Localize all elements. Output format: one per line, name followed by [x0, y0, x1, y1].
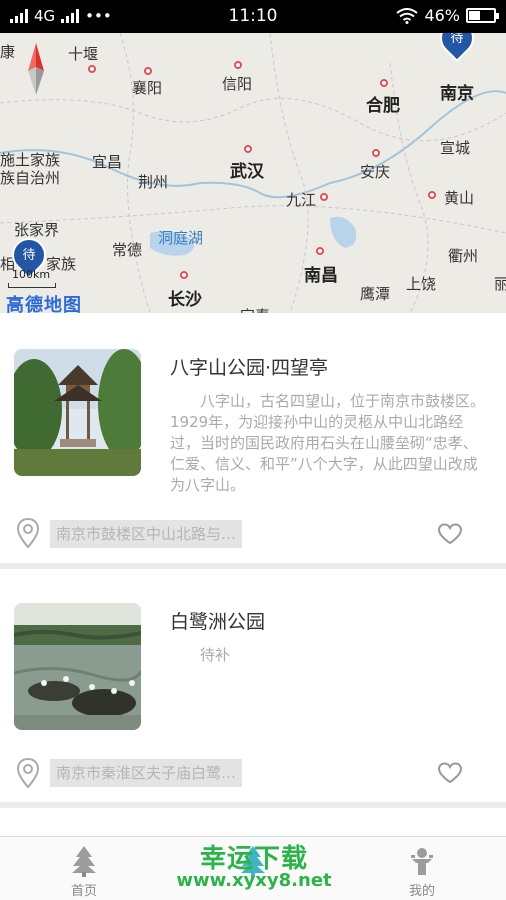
map-label-xiangyang: 襄阳 — [132, 79, 163, 97]
city-dot-icon — [372, 149, 380, 157]
map-marker-pin-icon[interactable]: 待 — [432, 33, 482, 65]
map-scale-label: 100km — [12, 268, 51, 281]
map-label-changde: 常德 — [112, 241, 143, 259]
place-card[interactable]: 八字山公园·四望亭 八字山，古名四望山，位于南京市鼓楼区。1929年，为迎接孙中… — [0, 313, 506, 563]
map-label-yingtan: 鹰潭 — [360, 285, 391, 303]
location-pin-icon — [16, 757, 40, 789]
place-thumbnail[interactable] — [14, 603, 141, 730]
wifi-icon — [396, 7, 419, 24]
map-label-enshi-2: 族自治州 — [0, 169, 61, 187]
profile-icon — [411, 848, 433, 875]
place-title: 八字山公园·四望亭 — [170, 357, 329, 379]
city-dot-icon — [244, 145, 252, 153]
location-pin-icon — [16, 517, 40, 549]
map-label-dongtinghu: 洞庭湖 — [158, 229, 204, 247]
map-logo: 高德地图 — [6, 295, 82, 313]
place-address[interactable]: 南京市鼓楼区中山北路与… — [50, 520, 243, 548]
map-label-kang: 康 — [0, 43, 16, 61]
place-thumbnail[interactable] — [14, 349, 141, 476]
city-dot-icon — [380, 79, 388, 87]
map-label-quzhou: 衢州 — [448, 247, 479, 265]
map-label-xinyang: 信阳 — [222, 75, 253, 93]
city-dot-icon — [316, 247, 324, 255]
city-dot-icon — [88, 65, 96, 73]
map-label-shangrao: 上饶 — [406, 275, 437, 293]
city-dot-icon — [180, 271, 188, 279]
map-label-xiangxi-2: 家族 — [46, 255, 77, 273]
map-label-wuhan: 武汉 — [230, 162, 264, 182]
city-dot-icon — [144, 67, 152, 75]
map-scale-bar — [8, 283, 56, 288]
battery-percent: 46% — [424, 6, 460, 25]
place-address[interactable]: 南京市秦淮区夫子庙白鹭… — [50, 759, 243, 787]
map-label-zhangjiajie: 张家界 — [14, 221, 60, 239]
city-dot-icon — [320, 193, 328, 201]
map-label-huangshan: 黄山 — [444, 189, 475, 207]
map-label-xuancheng: 宣城 — [440, 139, 471, 157]
nav-mine[interactable]: 我的 — [338, 837, 506, 900]
city-dot-icon — [428, 191, 436, 199]
status-bar: 4G ••• 11:10 46% — [0, 0, 506, 33]
map-view[interactable]: 康 十堰 襄阳 信阳 合肥 南京 施土家族 族自治州 宜昌 荆州 武汉 安庆 宣… — [0, 33, 506, 313]
city-dot-icon — [234, 61, 242, 69]
map-label-nanjing: 南京 — [440, 84, 474, 104]
favorite-heart-icon[interactable] — [437, 762, 463, 784]
tree-icon — [72, 846, 96, 877]
map-label-nanchang: 南昌 — [304, 266, 338, 286]
map-label-changsha: 长沙 — [168, 290, 202, 310]
map-label-jiujiang: 九江 — [286, 191, 317, 209]
place-description: 待补 — [200, 646, 231, 664]
favorite-heart-icon[interactable] — [437, 523, 463, 545]
compass-icon[interactable] — [26, 43, 46, 95]
map-label-anqing: 安庆 — [360, 163, 391, 181]
watermark-url: www.xyxy8.net — [176, 870, 332, 891]
map-label-yichang: 宜昌 — [92, 153, 123, 171]
nav-home-label: 首页 — [70, 884, 97, 899]
map-label-yichun: 宜春 — [240, 305, 270, 313]
place-description: 八字山，古名四望山，位于南京市鼓楼区。1929年，为迎接孙中山的灵柩从中山北路经… — [170, 392, 486, 494]
map-label-shiyan: 十堰 — [68, 45, 99, 63]
map-label-hefei: 合肥 — [366, 96, 400, 116]
card-separator — [0, 802, 506, 808]
map-label-li: 丽 — [494, 275, 506, 293]
nav-mine-label: 我的 — [408, 884, 435, 899]
battery-icon — [466, 8, 499, 23]
place-title: 白鹭洲公园 — [170, 611, 266, 633]
place-card[interactable]: 白鹭洲公园 待补 南京市秦淮区夫子庙白鹭… — [0, 569, 506, 802]
map-label-jingzhou: 荆州 — [138, 173, 169, 191]
watermark-overlay: 幸运下载 www.xyxy8.net — [174, 836, 334, 896]
nav-home[interactable]: 首页 — [0, 837, 168, 900]
